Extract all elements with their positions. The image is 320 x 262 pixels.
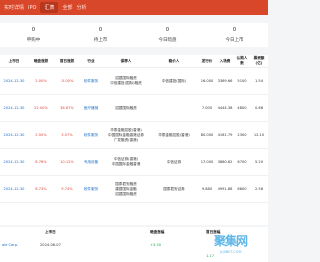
cell-fee: 4444.38 [216, 94, 234, 122]
cell-sponsor: 国泰君安融资 建银国际金融 招银国际融资 [102, 175, 150, 203]
cell-fee: 3880.62 [216, 148, 234, 176]
cell-price: 80.000 [198, 121, 216, 149]
stat-listing-today[interactable]: 0 今日上市 [201, 23, 268, 47]
stat-value: 0 [232, 27, 237, 33]
nav-item[interactable]: IPO [28, 5, 36, 11]
column-header[interactable]: 发行价 [198, 55, 216, 68]
cell-subs: 5100 [234, 67, 250, 95]
cell-industry: 软件服务 [80, 175, 102, 203]
cell-first: 9.74% [54, 175, 80, 203]
list-date: 2024-06-07 [40, 243, 61, 247]
column-header[interactable]: 暗盘涨跌 [28, 55, 54, 68]
cell-stab: 中信证券 [150, 148, 198, 176]
first-day-change: 1.17 [206, 254, 215, 258]
nav-item[interactable]: 分析 [76, 4, 86, 11]
cell-price: 17.000 [198, 148, 216, 176]
stat-subscribing[interactable]: 0 申购中 [0, 23, 67, 47]
site-watermark-subtext: JUJINET.COM [220, 250, 242, 254]
table-row[interactable]: 2024-12-30 8.76% 10.12% 专用设备 中信证券(香港) 中国国际金融… [0, 148, 268, 176]
cell-first: 36.67% [54, 94, 80, 122]
cell-dark: 8.73% [28, 175, 54, 203]
cell-date[interactable]: 2024-12-30 [0, 121, 28, 149]
cell-industry: 软件服务 [80, 121, 102, 149]
cell-date[interactable]: 2024-12-30 [0, 67, 28, 95]
column-header[interactable]: 行业 [80, 55, 102, 68]
cell-stab: 中信建投(国际) [150, 67, 198, 95]
cell-dark: 22.00% [28, 94, 54, 122]
table-row[interactable]: 2024-12-30 2.00% -5.00% 软件服务 招银国际融资 中信建投(国际)… [0, 67, 268, 95]
cell-first: 10.12% [54, 148, 80, 176]
cell-stab: 国泰君安证券 [150, 175, 198, 203]
cell-subs: 6700 [234, 148, 250, 176]
table-row[interactable]: 2024-12-30 22.00% 36.67% 医疗器械 招银国际融资 7.000 444… [0, 94, 268, 122]
column-header[interactable]: 认购人数 [234, 55, 250, 68]
stat-dark-pool-today[interactable]: 0 今日暗盘 [134, 23, 201, 47]
cell-date[interactable]: 2024-12-30 [0, 175, 28, 203]
cell-date[interactable]: 2024-12-30 [0, 148, 28, 176]
dark-change: +3.50 [150, 243, 162, 247]
ipo-table: 上市日 暗盘涨跌 首日涨跌 行业 保荐人 稳价人 发行价 入场费 认购人数 募资额(亿) 2024… [0, 55, 268, 203]
cell-industry: 医疗器械 [80, 94, 102, 122]
column-header[interactable]: 入场费 [216, 55, 234, 68]
cell-industry: 专用设备 [80, 148, 102, 176]
ipo-table-panel: 上市日 暗盘涨跌 首日涨跌 行业 保荐人 稳价人 发行价 入场费 认购人数 募资额(亿) 2024… [0, 55, 268, 225]
top-nav-bar: 实时详情 IPO 汇表 全部 分析 [0, 0, 268, 15]
column-header[interactable]: 首日涨跌 [54, 55, 80, 68]
cell-fee: 4161.79 [216, 121, 234, 149]
cell-fee: 4991.88 [216, 175, 234, 203]
column-header: 上市日 [45, 230, 56, 234]
stock-name-link[interactable]: ale Corp. [2, 243, 18, 247]
stat-label: 今日上市 [225, 38, 244, 43]
ipo-stats-row: 0 申购中 0 待上市 0 今日暗盘 0 今日上市 [0, 23, 268, 47]
cell-dark: 2.00% [28, 67, 54, 95]
column-header[interactable]: 保荐人 [102, 55, 150, 68]
cell-price: 7.000 [198, 94, 216, 122]
cell-subs: 2300 [234, 121, 250, 149]
stat-label: 今日暗盘 [158, 38, 177, 43]
cell-stab: 华泰金融控股(香港) [150, 121, 198, 149]
cell-subs: 4800 [234, 94, 250, 122]
cell-stab [150, 94, 198, 122]
cell-price: 16.000 [198, 67, 216, 95]
cell-sponsor: 招银国际融资 [102, 94, 150, 122]
stat-label: 待上市 [93, 38, 108, 43]
column-header[interactable]: 稳价人 [150, 55, 198, 68]
cell-price: 9.880 [198, 175, 216, 203]
cell-raise: 1.54 [250, 67, 268, 95]
cell-date[interactable]: 2024-12-30 [0, 94, 28, 122]
column-header[interactable]: 上市日 [0, 55, 28, 68]
nav-item[interactable]: 实时详情 [4, 4, 24, 11]
column-header[interactable]: 募资额(亿) [250, 55, 268, 68]
cell-subs: 6800 [234, 175, 250, 203]
stat-value: 0 [98, 27, 103, 33]
stat-value: 0 [165, 27, 170, 33]
cell-first: 3.57% [54, 121, 80, 149]
cell-sponsor: 招银国际融资 中信建投(国际)融资 [102, 67, 150, 95]
cell-raise: 5.20 [250, 148, 268, 176]
cell-raise: 2.58 [250, 175, 268, 203]
site-watermark-logo: 聚集网 [214, 234, 248, 248]
stat-pending-listing[interactable]: 0 待上市 [67, 23, 134, 47]
cell-industry: 软件服务 [80, 67, 102, 95]
cell-raise: 12.10 [250, 121, 268, 149]
cell-first: -5.00% [54, 67, 80, 95]
column-header: 暗盘涨幅 [150, 230, 165, 234]
cell-raise: 0.66 [250, 94, 268, 122]
cell-dark: 8.76% [28, 148, 54, 176]
table-row[interactable]: 2024-12-30 8.73% 9.74% 软件服务 国泰君安融资 建银国际金融 招银… [0, 175, 268, 203]
table-row[interactable]: 2024-12-30 2.50% 3.57% 软件服务 华泰金融控股(香港) 中国国际金… [0, 121, 268, 149]
stat-value: 0 [31, 27, 36, 33]
cell-dark: 2.50% [28, 121, 54, 149]
nav-item[interactable]: 全部 [62, 4, 72, 11]
cell-sponsor: 中信证券(香港) 中国国际金融香港 [102, 148, 150, 176]
cell-fee: 3369.66 [216, 67, 234, 95]
cell-sponsor: 华泰金融控股(香港) 中国国际金融香港证券 广发融资(香港) [102, 121, 150, 149]
stat-label: 申购中 [26, 38, 41, 43]
nav-item[interactable]: 汇表 [40, 2, 59, 13]
